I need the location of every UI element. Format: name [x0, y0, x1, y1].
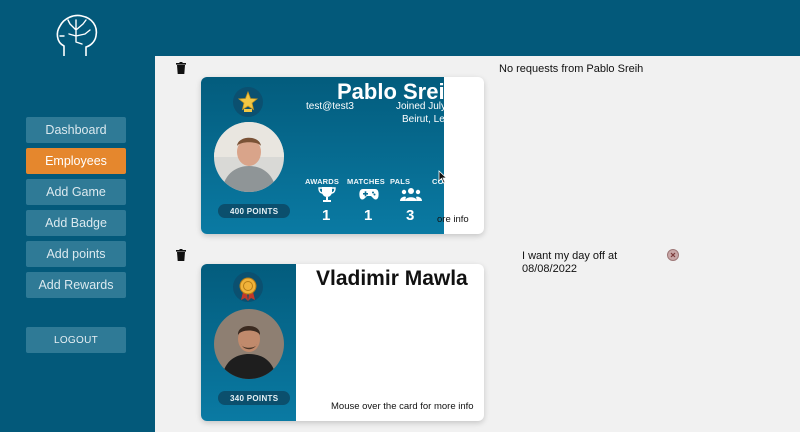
employee-joined: Joined July — [396, 101, 447, 112]
sidebar: Dashboard Employees Add Game Add Badge A… — [0, 0, 155, 432]
employee-location: Beirut, Le — [402, 114, 445, 125]
request-message: I want my day off at 08/08/2022 — [522, 250, 618, 275]
sidebar-item-add-game[interactable]: Add Game — [26, 179, 126, 205]
avatar — [214, 122, 284, 192]
medal-badge-icon — [233, 272, 263, 302]
close-icon[interactable] — [667, 249, 679, 261]
points-badge: 400 POINTS — [218, 204, 291, 218]
employee-email: test@test3 — [306, 101, 354, 112]
sidebar-item-employees[interactable]: Employees — [26, 148, 126, 174]
sidebar-item-dashboard[interactable]: Dashboard — [26, 117, 126, 143]
card-hint: Mouse over the card for more info — [331, 401, 474, 412]
employee-name: Vladimir Mawla — [316, 267, 468, 290]
stat-label-matches: MATCHES — [347, 177, 385, 186]
points-badge: 340 POINTS — [218, 391, 291, 405]
sidebar-item-add-rewards[interactable]: Add Rewards — [26, 272, 126, 298]
stat-value-pals: 3 — [406, 207, 415, 224]
employee-card[interactable]: 400 POINTS Pablo Sreih test@test3 Joined… — [201, 77, 484, 234]
logout-button[interactable]: LOGOUT — [26, 327, 126, 353]
brain-logo-icon — [56, 14, 98, 56]
avatar — [214, 309, 284, 379]
gamepad-icon — [359, 189, 379, 200]
cursor-icon — [438, 170, 448, 184]
card-hint: ore info — [437, 214, 469, 225]
trophy-icon — [318, 187, 336, 202]
stat-value-matches: 1 — [364, 207, 373, 224]
stat-label-pals: PALS — [390, 177, 411, 186]
users-icon — [400, 188, 422, 201]
sidebar-item-add-points[interactable]: Add points — [26, 241, 126, 267]
trash-icon[interactable] — [176, 249, 186, 261]
trash-icon[interactable] — [176, 62, 186, 74]
stat-label-awards: AWARDS — [305, 177, 340, 186]
stat-value-awards: 1 — [322, 207, 331, 224]
sidebar-item-add-badge[interactable]: Add Badge — [26, 210, 126, 236]
employee-card[interactable]: 340 POINTS Vladimir Mawla Mouse over the… — [201, 264, 484, 421]
star-badge-icon — [233, 87, 263, 117]
request-message: No requests from Pablo Sreih — [499, 63, 644, 75]
